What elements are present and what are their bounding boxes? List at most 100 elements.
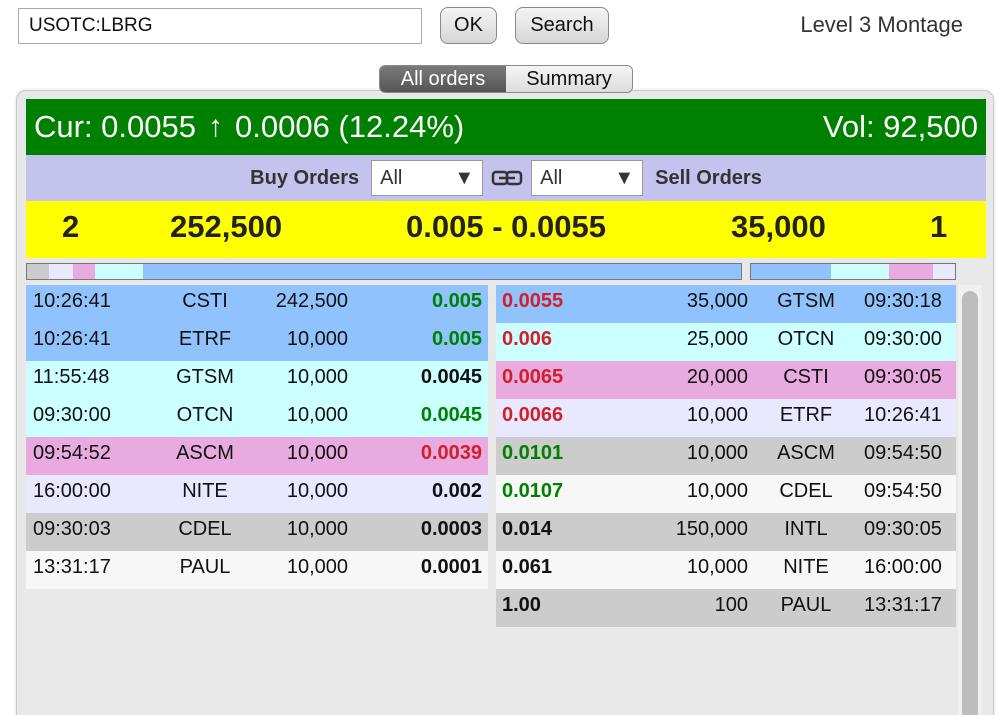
order-time: 13:31:17 (864, 594, 942, 616)
buy-order-row[interactable]: 13:31:17 PAUL 10,000 0.0001 (26, 551, 488, 589)
summary-bar: 2 252,500 0.005 - 0.0055 35,000 1 (26, 201, 986, 258)
sell-order-row[interactable]: 0.0055 35,000 GTSM 09:30:18 (496, 285, 956, 323)
market-maker: PAUL (780, 594, 832, 616)
order-time: 09:30:00 (864, 328, 942, 350)
buy-order-row[interactable]: 16:00:00 NITE 10,000 0.002 (26, 475, 488, 513)
sell-orders-label: Sell Orders (655, 166, 762, 189)
order-price: 0.0001 (420, 556, 482, 578)
volume: Vol: 92,500 (822, 109, 978, 144)
order-price: 0.005 (431, 328, 482, 350)
tab-all-orders[interactable]: All orders (380, 66, 506, 92)
order-time: 09:54:50 (864, 442, 942, 464)
sell-order-row[interactable]: 0.014 150,000 INTL 09:30:05 (496, 513, 956, 551)
order-time: 09:30:05 (864, 518, 942, 540)
market-maker: CSTI (182, 290, 228, 312)
bid-size: 252,500 (170, 209, 283, 244)
order-price: 0.0107 (502, 480, 564, 502)
sell-depth-bar (750, 263, 956, 280)
sell-order-row[interactable]: 0.006 25,000 OTCN 09:30:00 (496, 323, 956, 361)
order-price: 1.00 (502, 594, 541, 616)
order-size: 10,000 (286, 328, 348, 350)
tab-summary[interactable]: Summary (506, 66, 632, 92)
ok-button[interactable]: OK (440, 7, 497, 44)
order-size: 10,000 (686, 404, 748, 426)
search-button[interactable]: Search (515, 7, 609, 44)
market-maker: CSTI (783, 366, 829, 388)
order-time: 16:00:00 (864, 556, 942, 578)
order-size: 100 (714, 594, 748, 616)
sell-filter-value: All (540, 166, 563, 189)
sell-order-row[interactable]: 0.0107 10,000 CDEL 09:54:50 (496, 475, 956, 513)
page-title: Level 3 Montage (800, 12, 963, 37)
current-price: Cur: 0.0055 (34, 109, 196, 144)
order-time: 09:54:50 (864, 480, 942, 502)
buy-order-row[interactable]: 09:54:52 ASCM 10,000 0.0039 (26, 437, 488, 475)
order-size: 25,000 (686, 328, 748, 350)
order-time: 10:26:41 (33, 328, 111, 350)
market-maker: ASCM (176, 442, 234, 464)
market-maker: GTSM (777, 290, 835, 312)
market-maker: INTL (784, 518, 828, 540)
order-price: 0.0045 (420, 366, 482, 388)
order-price: 0.002 (431, 480, 482, 502)
sell-order-row[interactable]: 0.0101 10,000 ASCM 09:54:50 (496, 437, 956, 475)
order-price: 0.0045 (420, 404, 482, 426)
order-size: 10,000 (286, 442, 348, 464)
order-time: 09:30:18 (864, 290, 942, 312)
order-price: 0.0055 (502, 290, 564, 312)
order-time: 16:00:00 (33, 480, 111, 502)
buy-orders-label: Buy Orders (250, 166, 360, 189)
order-size: 10,000 (286, 518, 348, 540)
market-maker: CDEL (178, 518, 232, 540)
buy-order-row[interactable]: 10:26:41 CSTI 242,500 0.005 (26, 285, 488, 323)
buy-order-row[interactable]: 09:30:03 CDEL 10,000 0.0003 (26, 513, 488, 551)
sell-filter-select[interactable]: All ▼ (531, 160, 644, 196)
scroll-thumb[interactable] (962, 291, 978, 715)
market-maker: OTCN (176, 404, 234, 426)
market-maker: NITE (182, 480, 228, 502)
view-tabs: All orders Summary (379, 65, 633, 93)
order-time: 11:55:48 (33, 366, 110, 388)
market-maker: GTSM (176, 366, 234, 388)
sell-order-row[interactable]: 0.0065 20,000 CSTI 09:30:05 (496, 361, 956, 399)
ask-size: 35,000 (731, 209, 826, 244)
buy-order-row[interactable]: 09:30:00 OTCN 10,000 0.0045 (26, 399, 488, 437)
sell-orders-table: 0.0055 35,000 GTSM 09:30:18 0.006 25,000 OTCN 0… (496, 285, 956, 627)
scrollbar[interactable] (958, 285, 982, 715)
link-icon[interactable] (489, 167, 525, 189)
level3-montage-app: OK Search Level 3 Montage All orders Sum… (0, 0, 998, 715)
buy-order-row[interactable]: 10:26:41 ETRF 10,000 0.005 (26, 323, 488, 361)
arrow-up-icon: ↑ (208, 110, 223, 143)
order-size: 10,000 (286, 366, 348, 388)
order-size: 20,000 (686, 366, 748, 388)
sell-order-row[interactable]: 1.00 100 PAUL 13:31:17 (496, 589, 956, 627)
market-maker: NITE (783, 556, 829, 578)
order-time: 10:26:41 (864, 404, 942, 426)
dropdown-arrow-icon: ▼ (614, 166, 635, 189)
filter-bar: Buy Orders All ▼ All ▼ Sell Orders (26, 155, 986, 201)
buy-filter-value: All (380, 166, 403, 189)
buy-filter-select[interactable]: All ▼ (371, 160, 484, 196)
market-maker: CDEL (779, 480, 833, 502)
chain-link-icon (491, 170, 523, 186)
order-time: 13:31:17 (33, 556, 111, 578)
buy-order-row[interactable]: 11:55:48 GTSM 10,000 0.0045 (26, 361, 488, 399)
order-size: 10,000 (286, 480, 348, 502)
order-price: 0.0039 (420, 442, 482, 464)
market-maker: ETRF (779, 404, 833, 426)
order-time: 10:26:41 (33, 290, 111, 312)
order-size: 10,000 (286, 556, 348, 578)
order-price: 0.014 (502, 518, 553, 540)
sell-order-row[interactable]: 0.061 10,000 NITE 16:00:00 (496, 551, 956, 589)
ask-count: 1 (930, 209, 948, 244)
order-size: 10,000 (686, 442, 748, 464)
order-price: 0.0101 (502, 442, 564, 464)
market-maker: ASCM (777, 442, 835, 464)
symbol-input[interactable] (18, 8, 422, 44)
order-price: 0.006 (502, 328, 553, 350)
sell-order-row[interactable]: 0.0066 10,000 ETRF 10:26:41 (496, 399, 956, 437)
order-price: 0.0065 (502, 366, 564, 388)
order-time: 09:54:52 (33, 442, 111, 464)
order-size: 35,000 (686, 290, 748, 312)
market-maker: ETRF (178, 328, 232, 350)
